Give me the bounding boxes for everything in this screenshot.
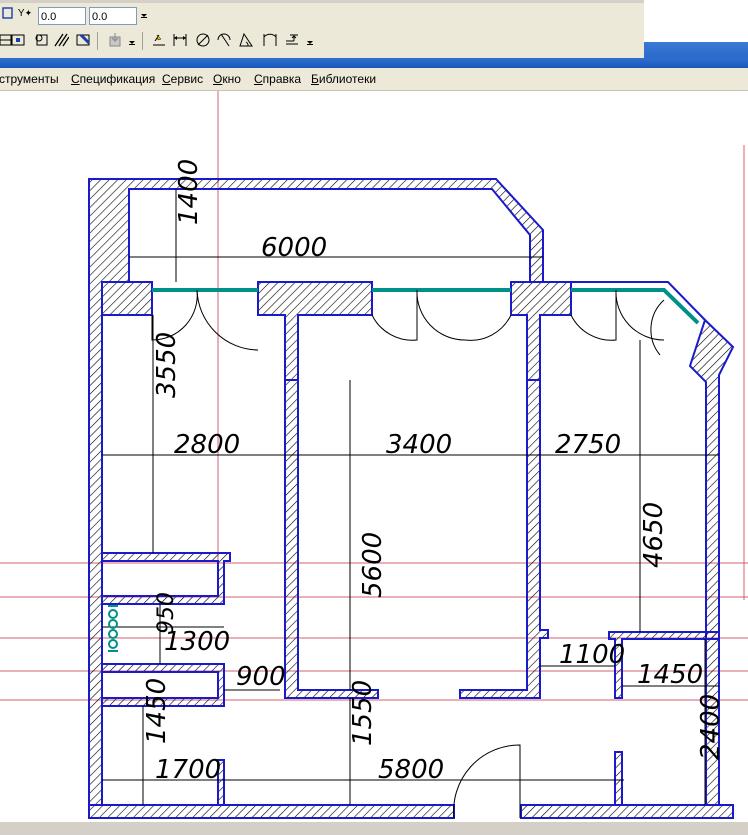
outer-wall-bottom xyxy=(88,804,455,819)
hatch-tool-icon[interactable] xyxy=(51,30,71,50)
dimension-2750: 2750 xyxy=(555,430,621,460)
toolbar-overflow-icon-2[interactable] xyxy=(126,30,138,50)
status-strip xyxy=(0,822,748,835)
wall-segment-2 xyxy=(257,281,373,381)
dimension-labels: 1400 6000 3550 2800 3400 2750 4650 5600 … xyxy=(142,159,726,785)
wall-segment-3 xyxy=(510,281,572,381)
dimension-4650: 4650 xyxy=(639,502,669,568)
angular-dimension-icon[interactable] xyxy=(236,30,256,50)
dimension-6000: 6000 xyxy=(261,233,327,263)
auto-dimension-icon[interactable] xyxy=(149,30,169,50)
menu-specification[interactable]: Спецификация xyxy=(71,72,155,86)
drawing-canvas[interactable]: 1400 6000 3550 2800 3400 2750 4650 5600 … xyxy=(0,91,748,835)
window-frame-band xyxy=(0,58,748,68)
toolbar-separator xyxy=(97,32,98,50)
dimension-5600: 5600 xyxy=(358,532,388,598)
dimension-3400: 3400 xyxy=(386,430,452,460)
entrance-door xyxy=(453,744,521,819)
bottom-stub-right xyxy=(614,751,623,806)
arc-dimension-icon[interactable] xyxy=(260,30,280,50)
dimension-1100: 1100 xyxy=(559,640,625,670)
dimension-2800: 2800 xyxy=(174,430,240,460)
toolbar-row-tools xyxy=(0,30,644,52)
toolbar-row-coordinates: Y ✦ 0.0 0.0 xyxy=(0,3,644,25)
inner-wall-right xyxy=(459,379,549,699)
wall-segment-1 xyxy=(101,281,153,316)
dimension-1450-corridor: 1450 xyxy=(142,678,172,744)
dimension-1450-small-room: 1450 xyxy=(637,660,703,690)
walls xyxy=(88,178,735,819)
toolbar-area: Y ✦ 0.0 0.0 xyxy=(0,0,644,59)
linear-dimension-icon[interactable] xyxy=(170,30,190,50)
menu-libraries[interactable]: Библиотеки xyxy=(311,72,376,86)
dimension-3550: 3550 xyxy=(152,332,182,398)
dimension-1300: 1300 xyxy=(164,627,230,657)
menu-tools[interactable]: струменты xyxy=(0,72,59,86)
radial-dimension-icon[interactable] xyxy=(214,30,234,50)
dimension-1400: 1400 xyxy=(174,159,204,225)
window-room-3 xyxy=(571,288,700,325)
toolbar-overflow-icon-3[interactable] xyxy=(304,30,316,50)
y-coordinate-field[interactable]: 0.0 xyxy=(89,7,137,25)
menu-window[interactable]: Окно xyxy=(213,72,241,86)
menu-help[interactable]: Справка xyxy=(254,72,301,86)
leader-tool-icon[interactable] xyxy=(282,30,302,50)
diameter-dimension-icon[interactable] xyxy=(193,30,213,50)
dimension-1550: 1550 xyxy=(348,680,378,746)
menu-bar: струменты Спецификация Сервис Окно Справ… xyxy=(0,68,748,91)
y-coordinate-icon: Y ✦ xyxy=(17,7,33,19)
menu-service[interactable]: Сервис xyxy=(162,72,203,86)
rectangle-tool-icon[interactable] xyxy=(8,30,28,50)
dimension-5800: 5800 xyxy=(378,755,444,785)
radiator-symbol xyxy=(108,605,118,652)
toolbar-separator-2 xyxy=(142,32,143,50)
dimension-2400: 2400 xyxy=(696,694,726,760)
balcony-right-outline xyxy=(571,281,706,321)
y-label: Y xyxy=(17,7,25,19)
room-outlines xyxy=(102,281,706,321)
fill-tool-icon[interactable] xyxy=(73,30,93,50)
x-coordinate-field[interactable]: 0.0 xyxy=(38,7,86,25)
toolbar-overflow-icon[interactable] xyxy=(138,3,150,23)
insert-tool-icon[interactable] xyxy=(105,30,125,50)
outer-wall-bottom-right xyxy=(520,804,734,819)
view-tool-icon[interactable] xyxy=(31,30,51,50)
dimension-1700: 1700 xyxy=(155,755,221,785)
dimension-900: 900 xyxy=(236,662,286,692)
